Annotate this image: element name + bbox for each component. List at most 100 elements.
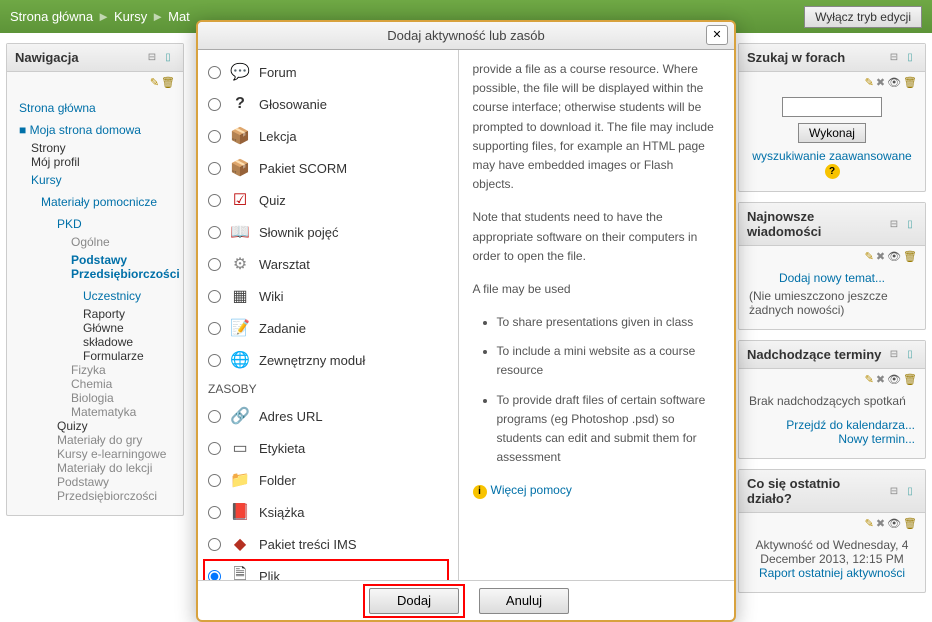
nav-item[interactable]: Kursy	[17, 169, 173, 191]
delete-icon[interactable]: ✖	[876, 373, 885, 386]
toggle-edit-button[interactable]: Wyłącz tryb edycji	[804, 6, 922, 28]
dock-icon[interactable]: ▯	[903, 484, 917, 498]
upcoming-title: Nadchodzące terminy	[747, 347, 887, 362]
delete-icon[interactable]: ✖	[876, 517, 885, 530]
collapse-icon[interactable]: ⊟	[145, 51, 159, 65]
option-radio[interactable]	[208, 66, 221, 79]
edit-icon[interactable]: ✎	[865, 76, 874, 89]
edit-icon[interactable]: ✎	[150, 76, 159, 89]
option-radio[interactable]	[208, 410, 221, 423]
chooser-option-url[interactable]: 🔗Adres URL	[204, 400, 448, 432]
collapse-icon[interactable]: ⊟	[887, 348, 901, 362]
help-icon[interactable]: ?	[825, 164, 840, 179]
chooser-option-ksiazka[interactable]: 📕Książka	[204, 496, 448, 528]
search-input[interactable]	[782, 97, 882, 117]
option-radio[interactable]	[208, 290, 221, 303]
chooser-option-lekcja[interactable]: 📦Lekcja	[204, 120, 448, 152]
chooser-option-warsztat[interactable]: ⚙Warsztat	[204, 248, 448, 280]
chooser-option-folder[interactable]: 📁Folder	[204, 464, 448, 496]
option-radio[interactable]	[208, 506, 221, 519]
breadcrumb-kursy[interactable]: Kursy	[114, 9, 147, 24]
ksiazka-icon: 📕	[229, 501, 251, 523]
dock-icon[interactable]: ▯	[903, 217, 917, 231]
option-radio[interactable]	[208, 194, 221, 207]
nav-item[interactable]: Materiały pomocnicze	[17, 191, 173, 213]
eye-icon[interactable]: 👁	[887, 250, 901, 263]
collapse-icon[interactable]: ⊟	[887, 51, 901, 65]
add-topic-link[interactable]: Dodaj nowy temat...	[749, 271, 915, 285]
nav-item[interactable]: PKD	[17, 213, 173, 235]
dock-icon[interactable]: ▯	[161, 51, 175, 65]
chooser-option-forum[interactable]: 💬Forum	[204, 56, 448, 88]
chooser-option-glosowanie[interactable]: ?Głosowanie	[204, 88, 448, 120]
chooser-option-plik[interactable]: 🗎Plik	[204, 560, 448, 580]
chooser-option-zewn[interactable]: 🌐Zewnętrzny moduł	[204, 344, 448, 376]
edit-icon[interactable]: ✎	[865, 373, 874, 386]
collapse-icon[interactable]: ⊟	[887, 217, 901, 231]
option-label: Etykieta	[259, 441, 305, 456]
option-radio[interactable]	[208, 538, 221, 551]
cancel-button[interactable]: Anuluj	[479, 588, 569, 614]
option-radio[interactable]	[208, 322, 221, 335]
chooser-option-scorm[interactable]: 📦Pakiet SCORM	[204, 152, 448, 184]
close-icon[interactable]: ✕	[706, 25, 728, 45]
nav-item[interactable]: ■ Moja strona domowa	[17, 119, 173, 141]
breadcrumb-home[interactable]: Strona główna	[10, 9, 93, 24]
go-calendar-link[interactable]: Przejdź do kalendarza...	[786, 418, 915, 432]
dock-icon[interactable]: ▯	[903, 348, 917, 362]
option-radio[interactable]	[208, 354, 221, 367]
folder-icon: 📁	[229, 469, 251, 491]
more-help-link[interactable]: Więcej pomocy	[491, 483, 572, 497]
breadcrumb-sep: ►	[97, 9, 110, 24]
option-radio[interactable]	[208, 258, 221, 271]
option-radio[interactable]	[208, 474, 221, 487]
nav-item[interactable]: Strona główna	[17, 97, 173, 119]
option-radio[interactable]	[208, 162, 221, 175]
nav-item[interactable]: Uczestnicy	[17, 285, 173, 307]
help-p1: provide a file as a course resource. Whe…	[473, 60, 717, 194]
chooser-option-ims[interactable]: ◆Pakiet treści IMS	[204, 528, 448, 560]
config-icon[interactable]: 🗑	[903, 373, 917, 386]
add-button[interactable]: Dodaj	[369, 588, 459, 614]
eye-icon[interactable]: 👁	[887, 373, 901, 386]
chooser-option-zadanie[interactable]: 📝Zadanie	[204, 312, 448, 344]
eye-icon[interactable]: 👁	[887, 517, 901, 530]
help-bullet: To share presentations given in class	[497, 313, 717, 332]
search-button[interactable]: Wykonaj	[798, 123, 866, 143]
option-radio[interactable]	[208, 130, 221, 143]
upcoming-block: Nadchodzące terminy⊟▯ ✎✖👁🗑 Brak nadchodz…	[738, 340, 926, 459]
new-event-link[interactable]: Nowy termin...	[838, 432, 915, 446]
nav-item: Materiały do lekcji Podstawy Przedsiębio…	[17, 461, 173, 503]
nav-item: Mój profil	[17, 155, 173, 169]
recent-activity-block: Co się ostatnio działo?⊟▯ ✎✖👁🗑 Aktywność…	[738, 469, 926, 593]
collapse-icon[interactable]: ⊟	[887, 484, 901, 498]
config-icon[interactable]: 🗑	[903, 517, 917, 530]
chooser-option-etykieta[interactable]: ▭Etykieta	[204, 432, 448, 464]
nav-item[interactable]: Podstawy Przedsiębiorczości	[17, 249, 173, 285]
chooser-option-slownik[interactable]: 📖Słownik pojęć	[204, 216, 448, 248]
chooser-option-quiz[interactable]: ☑Quiz	[204, 184, 448, 216]
advanced-search-link[interactable]: wyszukiwanie zaawansowane	[752, 149, 911, 163]
config-icon[interactable]: 🗑	[903, 76, 917, 89]
option-label: Zewnętrzny moduł	[259, 353, 365, 368]
dock-icon[interactable]: ▯	[903, 51, 917, 65]
option-radio[interactable]	[208, 226, 221, 239]
chooser-list[interactable]: 💬Forum?Głosowanie📦Lekcja📦Pakiet SCORM☑Qu…	[198, 50, 459, 580]
recent-report-link[interactable]: Raport ostatniej aktywności	[759, 566, 905, 580]
config-icon[interactable]: 🗑	[161, 76, 175, 89]
nav-item: Chemia	[17, 377, 173, 391]
nav-item: Biologia	[17, 391, 173, 405]
navigation-tree: Strona główna■ Moja strona domowaStronyM…	[7, 89, 183, 515]
delete-icon[interactable]: ✖	[876, 76, 885, 89]
nav-item: Quizy	[17, 419, 173, 433]
activity-chooser-dialog: Dodaj aktywność lub zasób ✕ 💬Forum?Głoso…	[196, 20, 736, 622]
eye-icon[interactable]: 👁	[887, 76, 901, 89]
option-radio[interactable]	[208, 98, 221, 111]
config-icon[interactable]: 🗑	[903, 250, 917, 263]
edit-icon[interactable]: ✎	[865, 250, 874, 263]
delete-icon[interactable]: ✖	[876, 250, 885, 263]
chooser-option-wiki[interactable]: ▦Wiki	[204, 280, 448, 312]
option-radio[interactable]	[208, 570, 221, 581]
edit-icon[interactable]: ✎	[865, 517, 874, 530]
option-radio[interactable]	[208, 442, 221, 455]
